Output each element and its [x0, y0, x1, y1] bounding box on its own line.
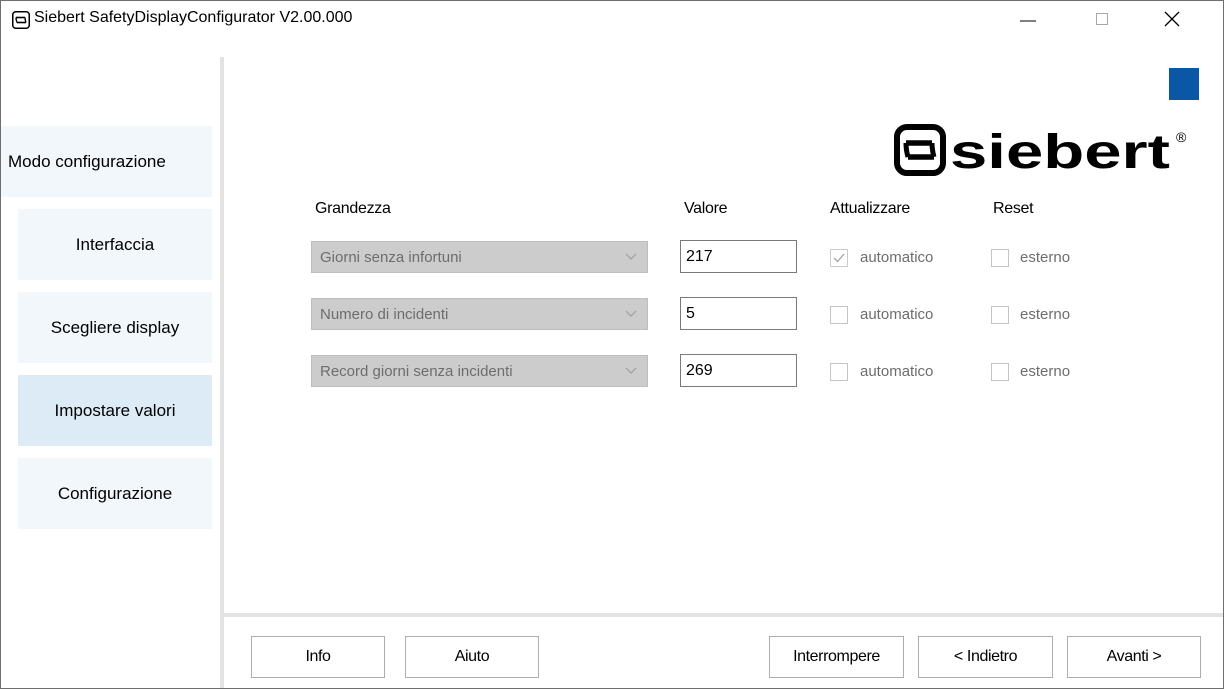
auto-update-checkbox[interactable]	[830, 363, 848, 381]
column-header-value: Valore	[684, 200, 728, 217]
sidebar-item-label: Configurazione	[57, 483, 173, 503]
external-reset-label: esterno	[1020, 249, 1071, 266]
column-header-update: Attualizzare	[830, 200, 910, 217]
back-button[interactable]: < Indietro	[918, 636, 1053, 678]
sidebar-item-configurazione[interactable]: Configurazione	[18, 458, 212, 529]
logo-text: siebert	[950, 126, 1170, 176]
sidebar-item-scegliere-display[interactable]: Scegliere display	[18, 292, 212, 363]
auto-update-label: automatico	[860, 306, 934, 323]
auto-update-checkbox[interactable]	[830, 306, 848, 324]
title-bar[interactable]: Siebert SafetyDisplayConfigurator V2.00.…	[1, 1, 1223, 37]
quantity-select[interactable]: Giorni senza infortuni	[311, 241, 648, 273]
external-reset-checkbox[interactable]	[991, 249, 1009, 267]
external-reset-label: esterno	[1020, 306, 1071, 323]
value-input[interactable]	[680, 297, 797, 330]
quantity-select[interactable]: Record giorni senza incidenti	[311, 355, 648, 387]
value-input[interactable]	[680, 354, 797, 387]
close-icon	[1164, 11, 1180, 27]
help-button[interactable]: Aiuto	[405, 636, 539, 678]
maximize-icon	[1096, 13, 1108, 25]
auto-update-label: automatico	[860, 249, 934, 266]
close-button[interactable]	[1149, 1, 1195, 37]
window-title: Siebert SafetyDisplayConfigurator V2.00.…	[34, 9, 353, 26]
chevron-down-icon	[625, 253, 637, 260]
value-input[interactable]	[680, 240, 797, 273]
app-window: Siebert SafetyDisplayConfigurator V2.00.…	[0, 0, 1224, 689]
sidebar-divider	[220, 57, 224, 688]
next-button[interactable]: Avanti >	[1067, 636, 1201, 678]
sidebar-item-modo-configurazione[interactable]: Modo configurazione	[1, 126, 212, 197]
status-indicator	[1169, 68, 1199, 100]
info-button-label: Info	[305, 648, 331, 665]
siebert-logo: siebert ®	[894, 124, 1187, 176]
sidebar-item-label: Modo configurazione	[8, 151, 166, 171]
help-button-label: Aiuto	[454, 648, 490, 665]
quantity-select-value: Giorni senza infortuni	[320, 249, 462, 266]
next-button-label: Avanti >	[1106, 648, 1162, 665]
column-header-reset: Reset	[993, 200, 1034, 217]
minimize-button[interactable]	[1005, 1, 1051, 37]
auto-update-label: automatico	[860, 363, 934, 380]
quantity-select[interactable]: Numero di incidenti	[311, 298, 648, 330]
chevron-down-icon	[625, 310, 637, 317]
sidebar-item-label: Impostare valori	[54, 400, 176, 420]
external-reset-checkbox[interactable]	[991, 363, 1009, 381]
external-reset-checkbox[interactable]	[991, 306, 1009, 324]
auto-update-checkbox[interactable]	[830, 249, 848, 267]
external-reset-label: esterno	[1020, 363, 1071, 380]
maximize-button[interactable]	[1079, 1, 1125, 37]
wizard-sidebar: Modo configurazione Interfaccia Sceglier…	[1, 37, 220, 688]
quantity-select-value: Numero di incidenti	[320, 306, 449, 323]
quantity-select-value: Record giorni senza incidenti	[320, 363, 513, 380]
checkmark-icon	[833, 253, 845, 263]
back-button-label: < Indietro	[953, 648, 1018, 665]
cancel-button-label: Interrompere	[793, 648, 880, 665]
footer-divider	[224, 613, 1223, 617]
sidebar-item-impostare-valori[interactable]: Impostare valori	[18, 375, 212, 446]
minimize-icon	[1020, 20, 1036, 22]
sidebar-item-label: Interfaccia	[75, 234, 155, 254]
sidebar-item-interfaccia[interactable]: Interfaccia	[18, 209, 212, 280]
info-button[interactable]: Info	[251, 636, 385, 678]
sidebar-item-label: Scegliere display	[50, 317, 180, 337]
chevron-down-icon	[625, 367, 637, 374]
siebert-app-icon	[12, 11, 30, 29]
column-header-quantity: Grandezza	[315, 200, 391, 217]
logo-registered-mark: ®	[1176, 129, 1187, 145]
cancel-button[interactable]: Interrompere	[769, 636, 904, 678]
